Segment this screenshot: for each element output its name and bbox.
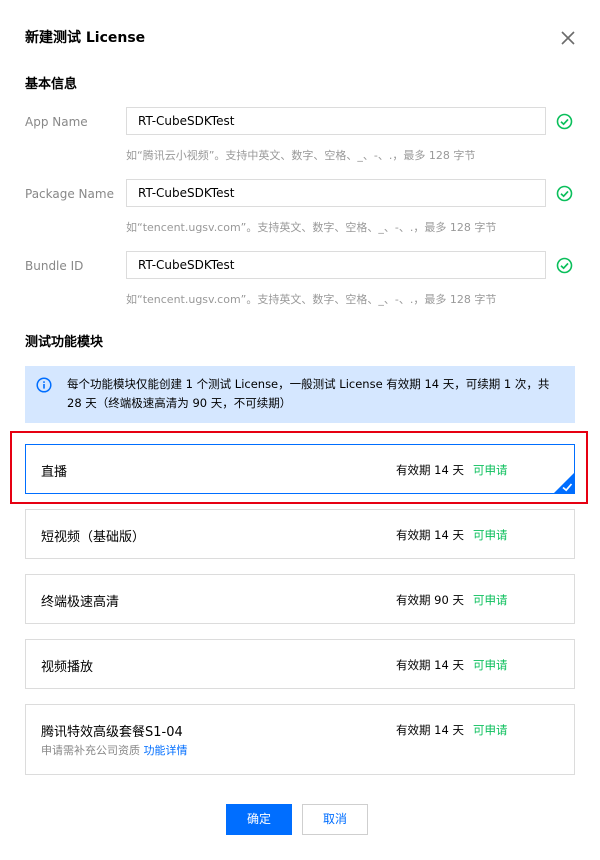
valid-check-icon: [556, 257, 573, 274]
section-test-modules: 测试功能模块: [25, 335, 104, 350]
module-card-short-video[interactable]: 短视频（基础版） 有效期 14 天 可申请: [25, 509, 575, 559]
module-name: 视频播放: [41, 660, 94, 675]
package-name-label: Package Name: [25, 187, 114, 201]
confirm-button[interactable]: 确定: [226, 804, 292, 835]
close-icon[interactable]: [559, 29, 577, 47]
module-status: 可申请: [473, 593, 508, 607]
package-name-input[interactable]: RT-CubeSDKTest: [126, 179, 546, 207]
bundle-id-label: Bundle ID: [25, 259, 84, 273]
module-card-effects[interactable]: 腾讯特效高级套餐S1-04 有效期 14 天 可申请 申请需补充公司资质 功能详…: [25, 704, 575, 775]
module-card-video-playback[interactable]: 视频播放 有效期 14 天 可申请: [25, 639, 575, 689]
valid-check-icon: [556, 113, 573, 130]
module-validity: 有效期 14 天: [396, 723, 464, 737]
bundle-id-hint: 如“tencent.ugsv.com”。支持英文、数字、空格、_、-、.，最多 …: [126, 293, 497, 306]
module-validity: 有效期 14 天: [396, 658, 464, 672]
section-basic-info: 基本信息: [25, 77, 78, 92]
module-status: 可申请: [473, 658, 508, 672]
module-note: 申请需补充公司资质 功能详情: [41, 742, 188, 758]
package-name-hint: 如“tencent.ugsv.com”。支持英文、数字、空格、_、-、.，最多 …: [126, 221, 497, 234]
app-name-input[interactable]: RT-CubeSDKTest: [126, 107, 546, 135]
info-text: 每个功能模块仅能创建 1 个测试 License，一般测试 License 有效…: [67, 377, 550, 410]
dialog-title: 新建测试 License: [25, 30, 146, 46]
valid-check-icon: [556, 185, 573, 202]
module-validity: 有效期 14 天: [396, 528, 464, 542]
cancel-button[interactable]: 取消: [302, 804, 368, 835]
info-icon: [36, 377, 52, 393]
module-name: 腾讯特效高级套餐S1-04: [41, 725, 183, 740]
module-status: 可申请: [473, 723, 508, 737]
module-status: 可申请: [473, 528, 508, 542]
app-name-hint: 如“腾讯云小视频”。支持中英文、数字、空格、_、-、.，最多 128 字节: [126, 149, 476, 162]
module-validity: 有效期 90 天: [396, 593, 464, 607]
bundle-id-input[interactable]: RT-CubeSDKTest: [126, 251, 546, 279]
module-name: 终端极速高清: [41, 595, 120, 610]
highlight-frame: [10, 431, 588, 504]
feature-details-link[interactable]: 功能详情: [144, 744, 188, 757]
info-banner: 每个功能模块仅能创建 1 个测试 License，一般测试 License 有效…: [25, 366, 575, 423]
module-card-hd[interactable]: 终端极速高清 有效期 90 天 可申请: [25, 574, 575, 624]
app-name-label: App Name: [25, 115, 88, 129]
module-note-text: 申请需补充公司资质: [41, 744, 140, 757]
module-name: 短视频（基础版）: [41, 530, 146, 545]
